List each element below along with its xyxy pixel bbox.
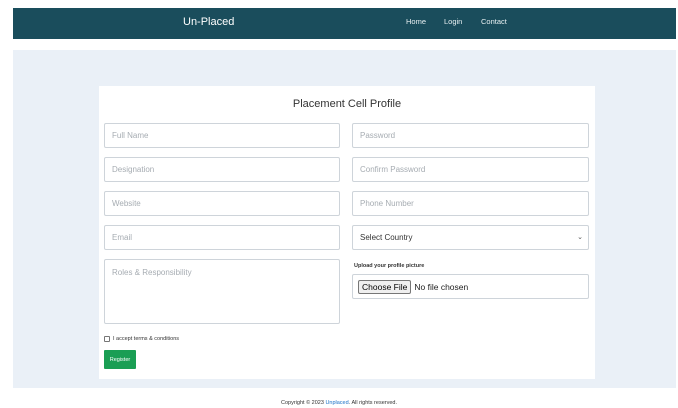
form-title: Placement Cell Profile <box>292 98 402 110</box>
password-input[interactable] <box>352 123 589 148</box>
nav-link-login[interactable]: Login <box>444 17 462 26</box>
nav-link-home[interactable]: Home <box>406 17 426 26</box>
profile-picture-input[interactable]: Choose File No file chosen <box>352 274 589 299</box>
country-select-value: Select Country <box>360 233 413 242</box>
register-button[interactable]: Register <box>104 350 136 369</box>
website-input[interactable] <box>104 191 340 216</box>
brand-logo[interactable]: Un-Placed <box>183 16 234 28</box>
choose-file-button[interactable]: Choose File <box>358 279 412 294</box>
nav-link-contact[interactable]: Contact <box>481 17 507 26</box>
terms-label: I accept terms & conditions <box>113 336 180 342</box>
upload-picture-label: Upload your profile picture <box>354 263 425 269</box>
full-name-input[interactable] <box>104 123 340 148</box>
footer-copyright: Copyright © 2023 <box>281 400 324 406</box>
designation-input[interactable] <box>104 157 340 182</box>
terms-checkbox[interactable] <box>104 336 110 342</box>
chevron-down-icon: ⌄ <box>577 234 583 241</box>
roles-responsibility-textarea[interactable] <box>104 259 340 324</box>
confirm-password-input[interactable] <box>352 157 589 182</box>
footer-brand-link[interactable]: Unplaced <box>325 400 348 406</box>
country-select[interactable]: Select Country ⌄ <box>352 225 589 250</box>
email-input[interactable] <box>104 225 340 250</box>
top-navbar: Un-Placed Home Login Contact <box>13 8 676 39</box>
terms-checkbox-row[interactable]: I accept terms & conditions <box>104 336 179 342</box>
file-status-text: No file chosen <box>414 281 469 292</box>
footer-rights: . All rights reserved. <box>348 400 397 406</box>
phone-number-input[interactable] <box>352 191 589 216</box>
footer: Copyright © 2023 Unplaced. All rights re… <box>0 400 678 406</box>
